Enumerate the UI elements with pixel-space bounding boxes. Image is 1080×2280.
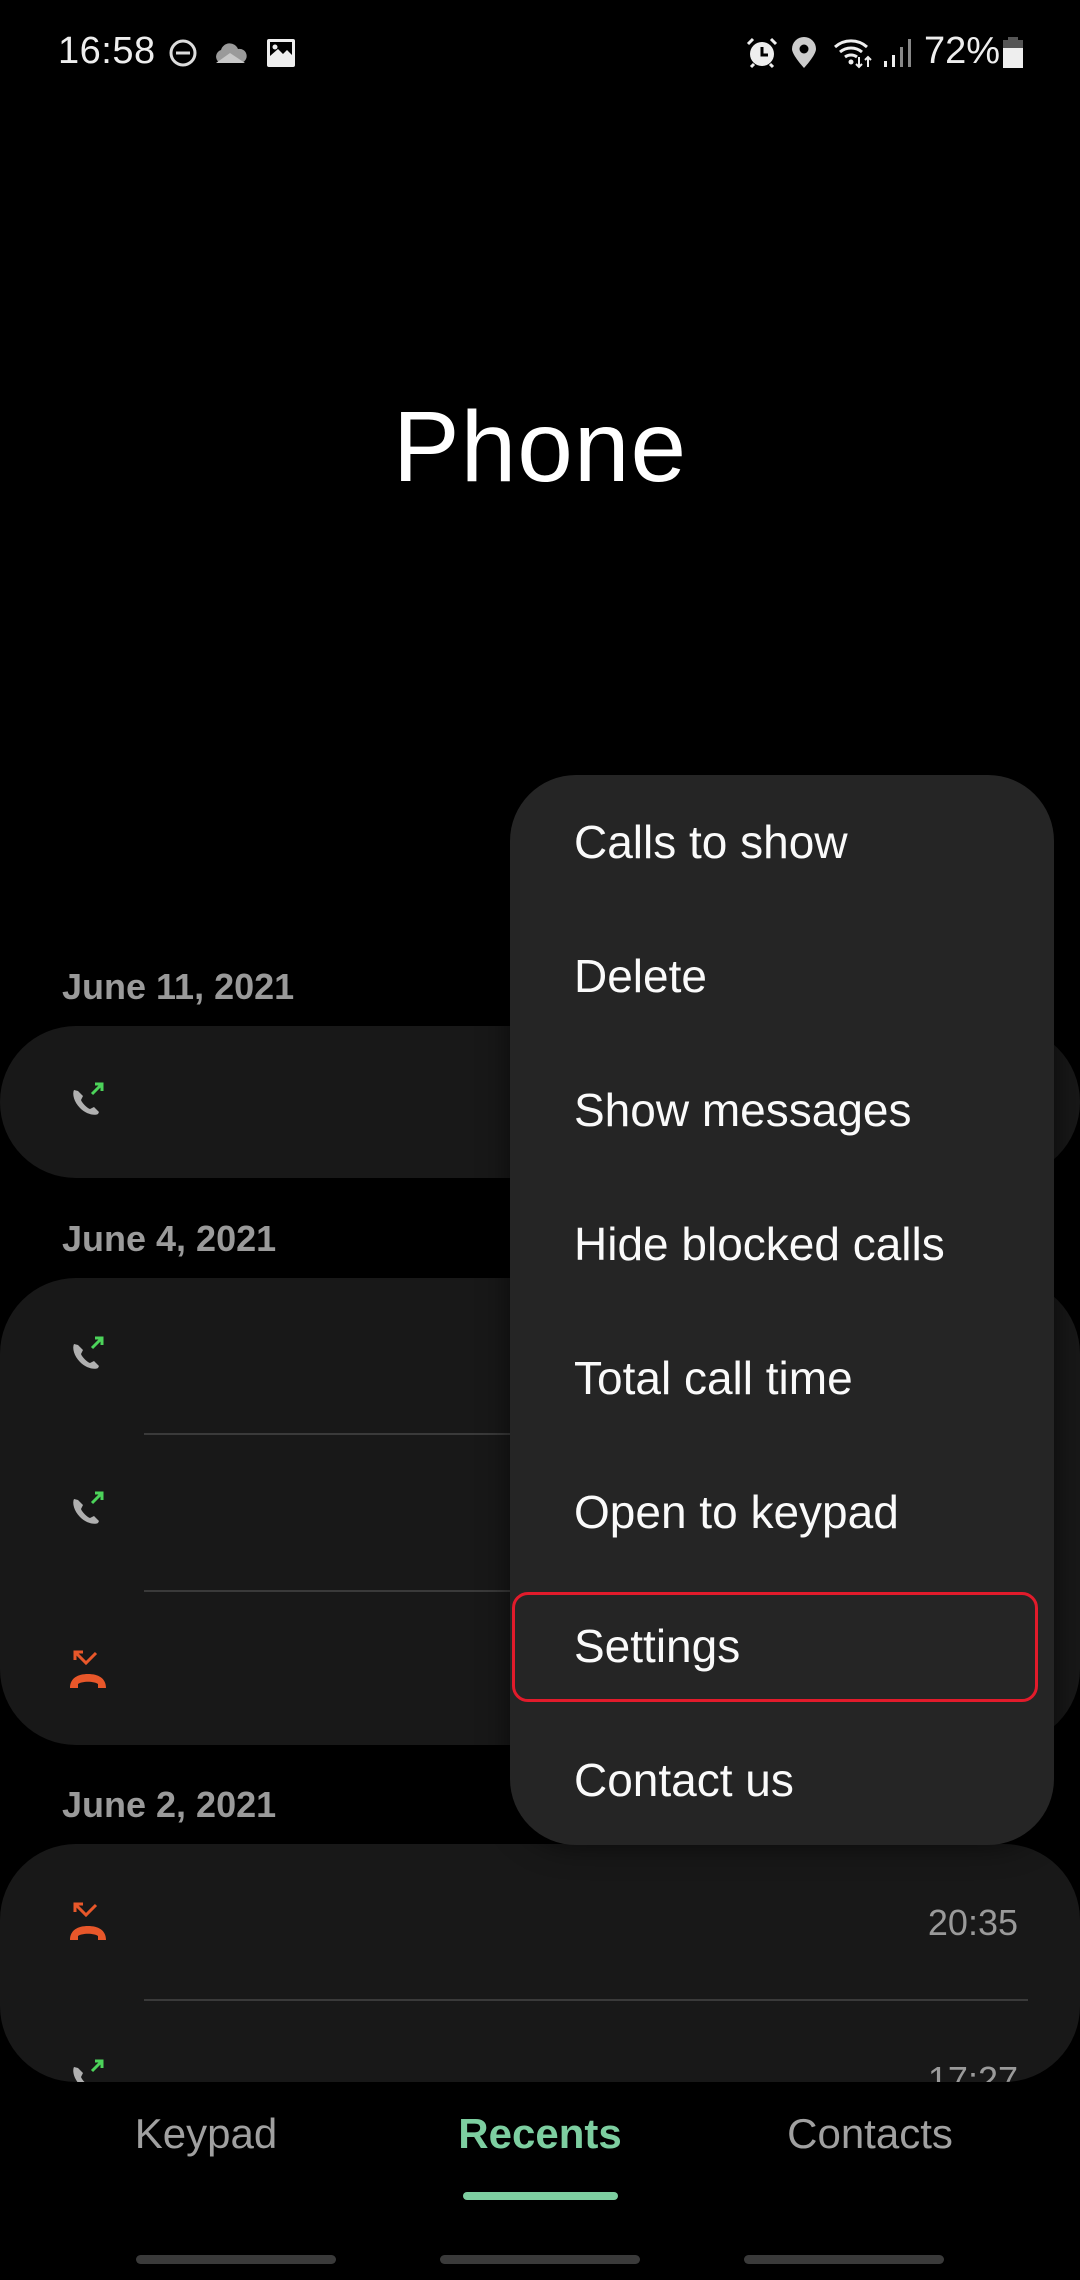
call-log-row[interactable]: 17:27 <box>0 2001 1080 2082</box>
menu-item-show-messages[interactable]: Show messages <box>510 1043 1054 1177</box>
nav-recent-apps-button[interactable] <box>136 2255 336 2264</box>
active-tab-indicator <box>463 2192 618 2200</box>
nav-back-button[interactable] <box>744 2255 944 2264</box>
overflow-menu: Calls to show Delete Show messages Hide … <box>510 775 1054 1845</box>
date-header: June 4, 2021 <box>62 1218 277 1259</box>
call-time: 20:35 <box>927 1902 1018 1943</box>
tab-recents[interactable]: Recents <box>442 2110 638 2158</box>
battery-icon <box>1000 36 1026 70</box>
signal-icon <box>882 36 914 70</box>
battery-percent: 72% <box>924 30 1001 72</box>
menu-item-delete[interactable]: Delete <box>510 909 1054 1043</box>
call-time: 17:27 <box>927 2059 1018 2082</box>
outgoing-call-icon <box>66 1080 110 1124</box>
status-bar: 16:58 72% <box>0 0 1080 110</box>
outgoing-call-icon <box>66 2057 110 2082</box>
cloud-icon <box>210 36 250 70</box>
call-log-row[interactable]: 20:35 <box>0 1844 1080 1999</box>
location-icon <box>790 36 818 70</box>
gallery-icon <box>264 36 298 70</box>
date-header: June 2, 2021 <box>62 1784 277 1825</box>
menu-item-open-to-keypad[interactable]: Open to keypad <box>510 1445 1054 1579</box>
date-header: June 11, 2021 <box>62 966 295 1007</box>
menu-item-calls-to-show[interactable]: Calls to show <box>510 775 1054 909</box>
nav-home-button[interactable] <box>440 2255 640 2264</box>
do-not-disturb-icon <box>166 36 200 70</box>
tab-keypad[interactable]: Keypad <box>108 2110 304 2158</box>
outgoing-call-icon <box>66 1489 110 1533</box>
page-title: Phone <box>392 391 688 503</box>
menu-item-hide-blocked-calls[interactable]: Hide blocked calls <box>510 1177 1054 1311</box>
tab-contacts[interactable]: Contacts <box>770 2110 970 2158</box>
menu-item-settings[interactable]: Settings <box>510 1579 1054 1713</box>
menu-item-contact-us[interactable]: Contact us <box>510 1713 1054 1847</box>
outgoing-call-icon <box>66 1334 110 1378</box>
menu-item-total-call-time[interactable]: Total call time <box>510 1311 1054 1445</box>
missed-call-icon <box>66 1900 110 1944</box>
call-group-card: 20:35 17:27 <box>0 1844 1080 2082</box>
missed-call-icon <box>66 1648 110 1692</box>
status-time: 16:58 <box>58 30 156 72</box>
wifi-icon <box>832 36 876 70</box>
alarm-icon <box>744 36 780 70</box>
